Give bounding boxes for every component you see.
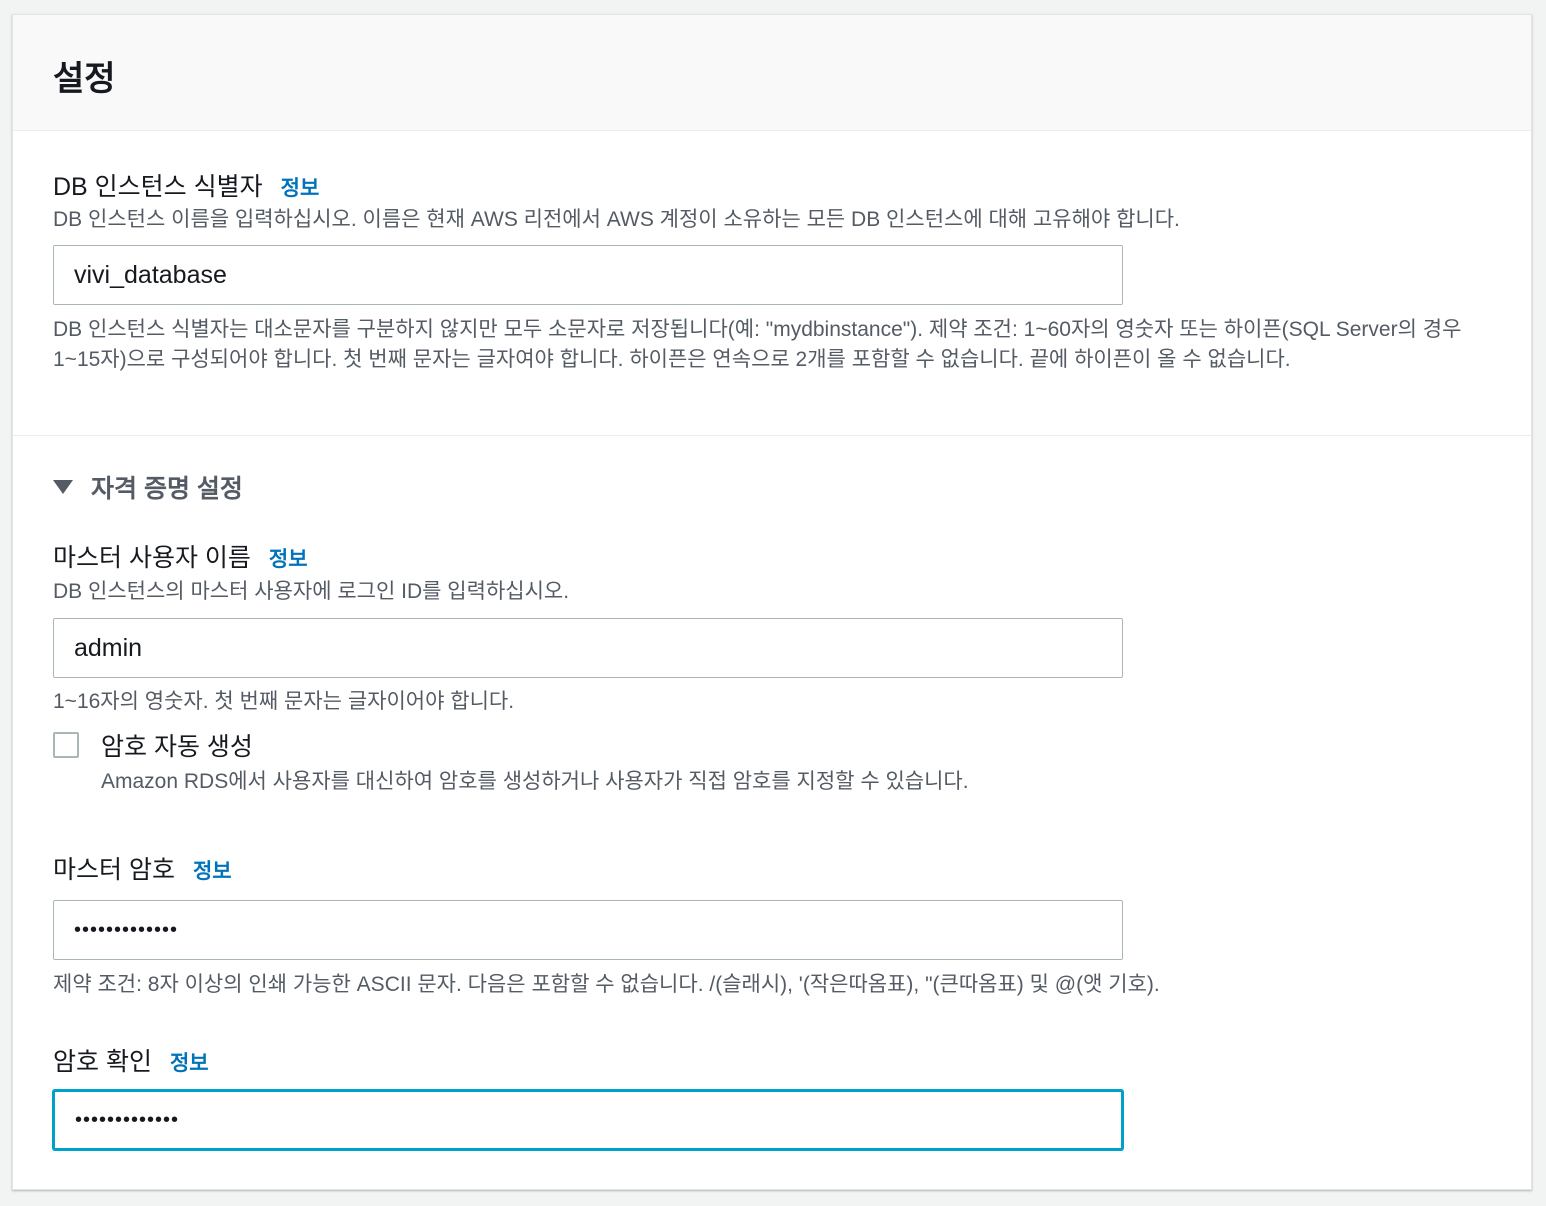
auto-generate-password-label[interactable]: 암호 자동 생성 xyxy=(101,727,253,763)
master-username-info-link[interactable]: 정보 xyxy=(269,548,308,571)
auto-generate-password-checkbox[interactable] xyxy=(53,732,79,758)
section-divider xyxy=(13,435,1531,436)
master-username-description: DB 인스턴스의 마스터 사용자에 로그인 ID를 입력하십시오. xyxy=(53,580,570,603)
settings-panel: 설정 DB 인스턴스 식별자 정보 DB 인스턴스 이름을 입력하십시오. 이름은… xyxy=(12,14,1532,1190)
confirm-password-label: 암호 확인 xyxy=(53,1048,152,1076)
master-username-constraint: 1~16자의 영숫자. 첫 번째 문자는 글자이어야 합니다. xyxy=(53,690,515,713)
master-password-input[interactable]: ••••••••••••• xyxy=(53,900,1123,960)
master-username-label: 마스터 사용자 이름 xyxy=(53,544,251,572)
caret-down-icon xyxy=(53,480,73,494)
master-username-label-row: 마스터 사용자 이름 정보 xyxy=(53,538,308,574)
master-password-info-link[interactable]: 정보 xyxy=(193,860,232,883)
auto-generate-password-description: Amazon RDS에서 사용자를 대신하여 암호를 생성하거나 사용자가 직접… xyxy=(101,770,969,793)
confirm-password-label-row: 암호 확인 정보 xyxy=(53,1042,209,1078)
credentials-expander[interactable]: 자격 증명 설정 xyxy=(53,469,243,505)
panel-title: 설정 xyxy=(53,60,116,98)
confirm-password-input[interactable]: ••••••••••••• xyxy=(53,1090,1123,1150)
db-identifier-input[interactable] xyxy=(53,245,1123,305)
db-identifier-info-link[interactable]: 정보 xyxy=(281,177,320,200)
confirm-password-info-link[interactable]: 정보 xyxy=(170,1052,209,1075)
db-identifier-label: DB 인스턴스 식별자 xyxy=(53,173,263,201)
master-password-constraint: 제약 조건: 8자 이상의 인쇄 가능한 ASCII 문자. 다음은 포함할 수… xyxy=(53,973,1160,996)
panel-header: 설정 xyxy=(13,15,1531,131)
db-identifier-label-row: DB 인스턴스 식별자 정보 xyxy=(53,167,319,203)
master-password-label: 마스터 암호 xyxy=(53,856,175,884)
db-identifier-description: DB 인스턴스 이름을 입력하십시오. 이름은 현재 AWS 리전에서 AWS … xyxy=(53,208,1180,231)
credentials-expander-label: 자격 증명 설정 xyxy=(91,475,243,503)
db-identifier-constraint: DB 인스턴스 식별자는 대소문자를 구분하지 않지만 모두 소문자로 저장됩니… xyxy=(53,318,1462,371)
master-username-input[interactable] xyxy=(53,618,1123,678)
master-password-label-row: 마스터 암호 정보 xyxy=(53,850,232,886)
